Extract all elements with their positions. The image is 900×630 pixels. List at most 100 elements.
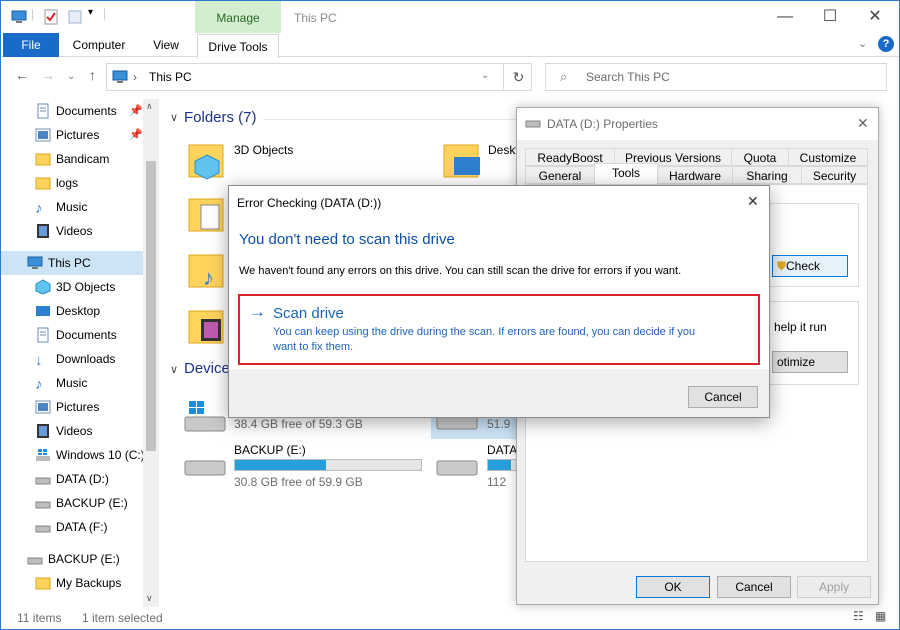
sidebar-item-music-pc[interactable]: ♪ Music [1,371,143,395]
computer-icon[interactable] [11,9,27,25]
tab-computer[interactable]: Computer [67,33,131,57]
manage-tab[interactable]: Manage [195,1,281,33]
sidebar-item-label: Music [56,376,88,390]
close-icon[interactable]: ✕ [857,115,869,132]
sidebar-item-logs[interactable]: logs [1,171,143,195]
sidebar-item-documents-pc[interactable]: Documents [1,323,143,347]
sidebar-item-downloads[interactable]: ↓ Downloads [1,347,143,371]
sidebar-item-label: logs [56,176,79,190]
address-dropdown-icon[interactable]: ⌄ [481,70,489,81]
tab-customize[interactable]: Customize [788,148,868,166]
recent-locations-icon[interactable]: ⌄ [67,71,75,82]
folders-header[interactable]: Folders (7) [184,109,257,126]
collapse-chevron-icon[interactable]: ∨ [170,363,178,376]
drive-tile-backup-e[interactable]: BACKUP (E:) 30.8 GB free of 59.9 GB [183,441,433,491]
devices-header[interactable]: Device [184,360,230,377]
sidebar-item-documents[interactable]: Documents 📌 [1,99,143,123]
pin-icon[interactable]: 📌 [129,99,143,123]
tab-view[interactable]: View [145,33,187,57]
scroll-up-icon[interactable]: ∧ [146,101,153,112]
new-folder-icon[interactable] [67,9,83,25]
folder-tile-desktop[interactable]: Desktop [438,135,518,185]
maximize-button[interactable]: ☐ [810,3,850,31]
ok-button[interactable]: OK [636,576,710,598]
sidebar-item-backup-e-root[interactable]: BACKUP (E:) [1,547,143,571]
drive-icon [35,525,51,533]
tab-file[interactable]: File [3,33,59,57]
optimize-description: help it run [774,320,827,334]
scroll-down-icon[interactable]: ∨ [146,593,153,604]
folder-tile-3d-objects[interactable]: 3D Objects [183,135,433,185]
large-icons-view-icon[interactable]: ▦ [875,609,886,623]
collapse-chevron-icon[interactable]: ∨ [170,111,178,124]
tab-sharing[interactable]: Sharing [732,166,802,184]
documents-folder-icon[interactable] [187,193,227,235]
sidebar-item-label: This PC [48,256,91,270]
sidebar-item-label: DATA (F:) [56,520,108,534]
drive-icon [27,557,43,565]
drive-usage-bar [234,459,422,471]
close-button[interactable]: ✕ [855,3,895,31]
sidebar-item-windows-c[interactable]: Windows 10 (C:) [1,443,143,467]
cancel-button[interactable]: Cancel [688,386,758,408]
sidebar-item-videos-pc[interactable]: Videos [1,419,143,443]
help-icon[interactable]: ? [878,36,894,52]
scrollbar-thumb[interactable] [146,161,156,451]
apply-button[interactable]: Apply [797,576,871,598]
drive-tile-data[interactable]: DATA 112 [435,441,519,491]
sidebar-item-pictures[interactable]: Pictures 📌 [1,123,143,147]
error-dialog-title: Error Checking (DATA (D:)) [237,196,382,210]
address-bar[interactable]: › This PC ⌄ ↻ [106,63,532,91]
cancel-button[interactable]: Cancel [717,576,791,598]
shield-icon: ⛊ [777,259,787,273]
documents-icon [37,327,49,343]
minimize-button[interactable]: — [765,3,805,31]
scan-drive-option[interactable]: → Scan drive You can keep using the driv… [238,294,760,365]
sidebar-item-backup-e[interactable]: BACKUP (E:) [1,491,143,515]
up-arrow-icon[interactable]: ↑ [89,67,96,83]
sidebar-item-label: Bandicam [56,152,110,166]
music-folder-icon[interactable]: ♪ [187,249,227,291]
customize-qat-icon[interactable]: ▾ [88,7,93,18]
details-view-icon[interactable]: ☷ [853,609,864,623]
check-button[interactable]: ⛊Check [772,255,848,277]
optimize-button[interactable]: otimize [772,351,848,373]
tab-tools[interactable]: Tools [594,163,658,185]
sidebar-item-my-backups[interactable]: My Backups [1,571,143,595]
forward-arrow-icon[interactable]: → [41,67,55,83]
pin-icon[interactable]: 📌 [129,123,143,147]
tab-hardware[interactable]: Hardware [657,166,733,184]
sidebar-item-this-pc[interactable]: This PC [1,251,143,275]
sidebar-item-data-f[interactable]: DATA (F:) [1,515,143,539]
close-icon[interactable]: ✕ [747,193,759,210]
drive-usage-fill [235,460,327,470]
breadcrumb-this-pc[interactable]: This PC [149,70,192,84]
search-icon: ⌕ [560,69,568,84]
tab-security[interactable]: Security [801,166,868,184]
drive-usage-fill [488,460,511,470]
sidebar-item-pictures-pc[interactable]: Pictures [1,395,143,419]
drive-icon [436,460,478,476]
properties-check-icon[interactable] [43,9,59,25]
search-box[interactable]: ⌕ Search This PC [545,63,887,91]
search-placeholder[interactable]: Search This PC [586,70,670,84]
sidebar-item-bandicam[interactable]: Bandicam [1,147,143,171]
videos-folder-icon[interactable] [187,305,227,347]
scan-drive-link[interactable]: Scan drive [273,305,344,322]
tab-general[interactable]: General [525,166,595,184]
drive-name: BACKUP (E:) [234,443,306,457]
refresh-icon[interactable]: ↻ [503,64,533,90]
sidebar-item-videos[interactable]: Videos [1,219,143,243]
error-dialog-message: We haven't found any errors on this driv… [239,265,682,277]
windows-drive-icon [36,449,50,461]
tab-quota[interactable]: Quota [731,148,789,166]
sidebar-item-3d-objects[interactable]: 3D Objects [1,275,143,299]
expand-ribbon-icon[interactable]: ⌄ [858,37,867,50]
tab-drive-tools[interactable]: Drive Tools [197,34,279,58]
sidebar-item-data-d[interactable]: DATA (D:) [1,467,143,491]
folder-icon [35,153,51,166]
sidebar-item-music[interactable]: ♪ Music [1,195,143,219]
sidebar-item-label: Documents [56,104,117,118]
back-arrow-icon[interactable]: ← [15,67,29,83]
sidebar-item-desktop[interactable]: Desktop [1,299,143,323]
